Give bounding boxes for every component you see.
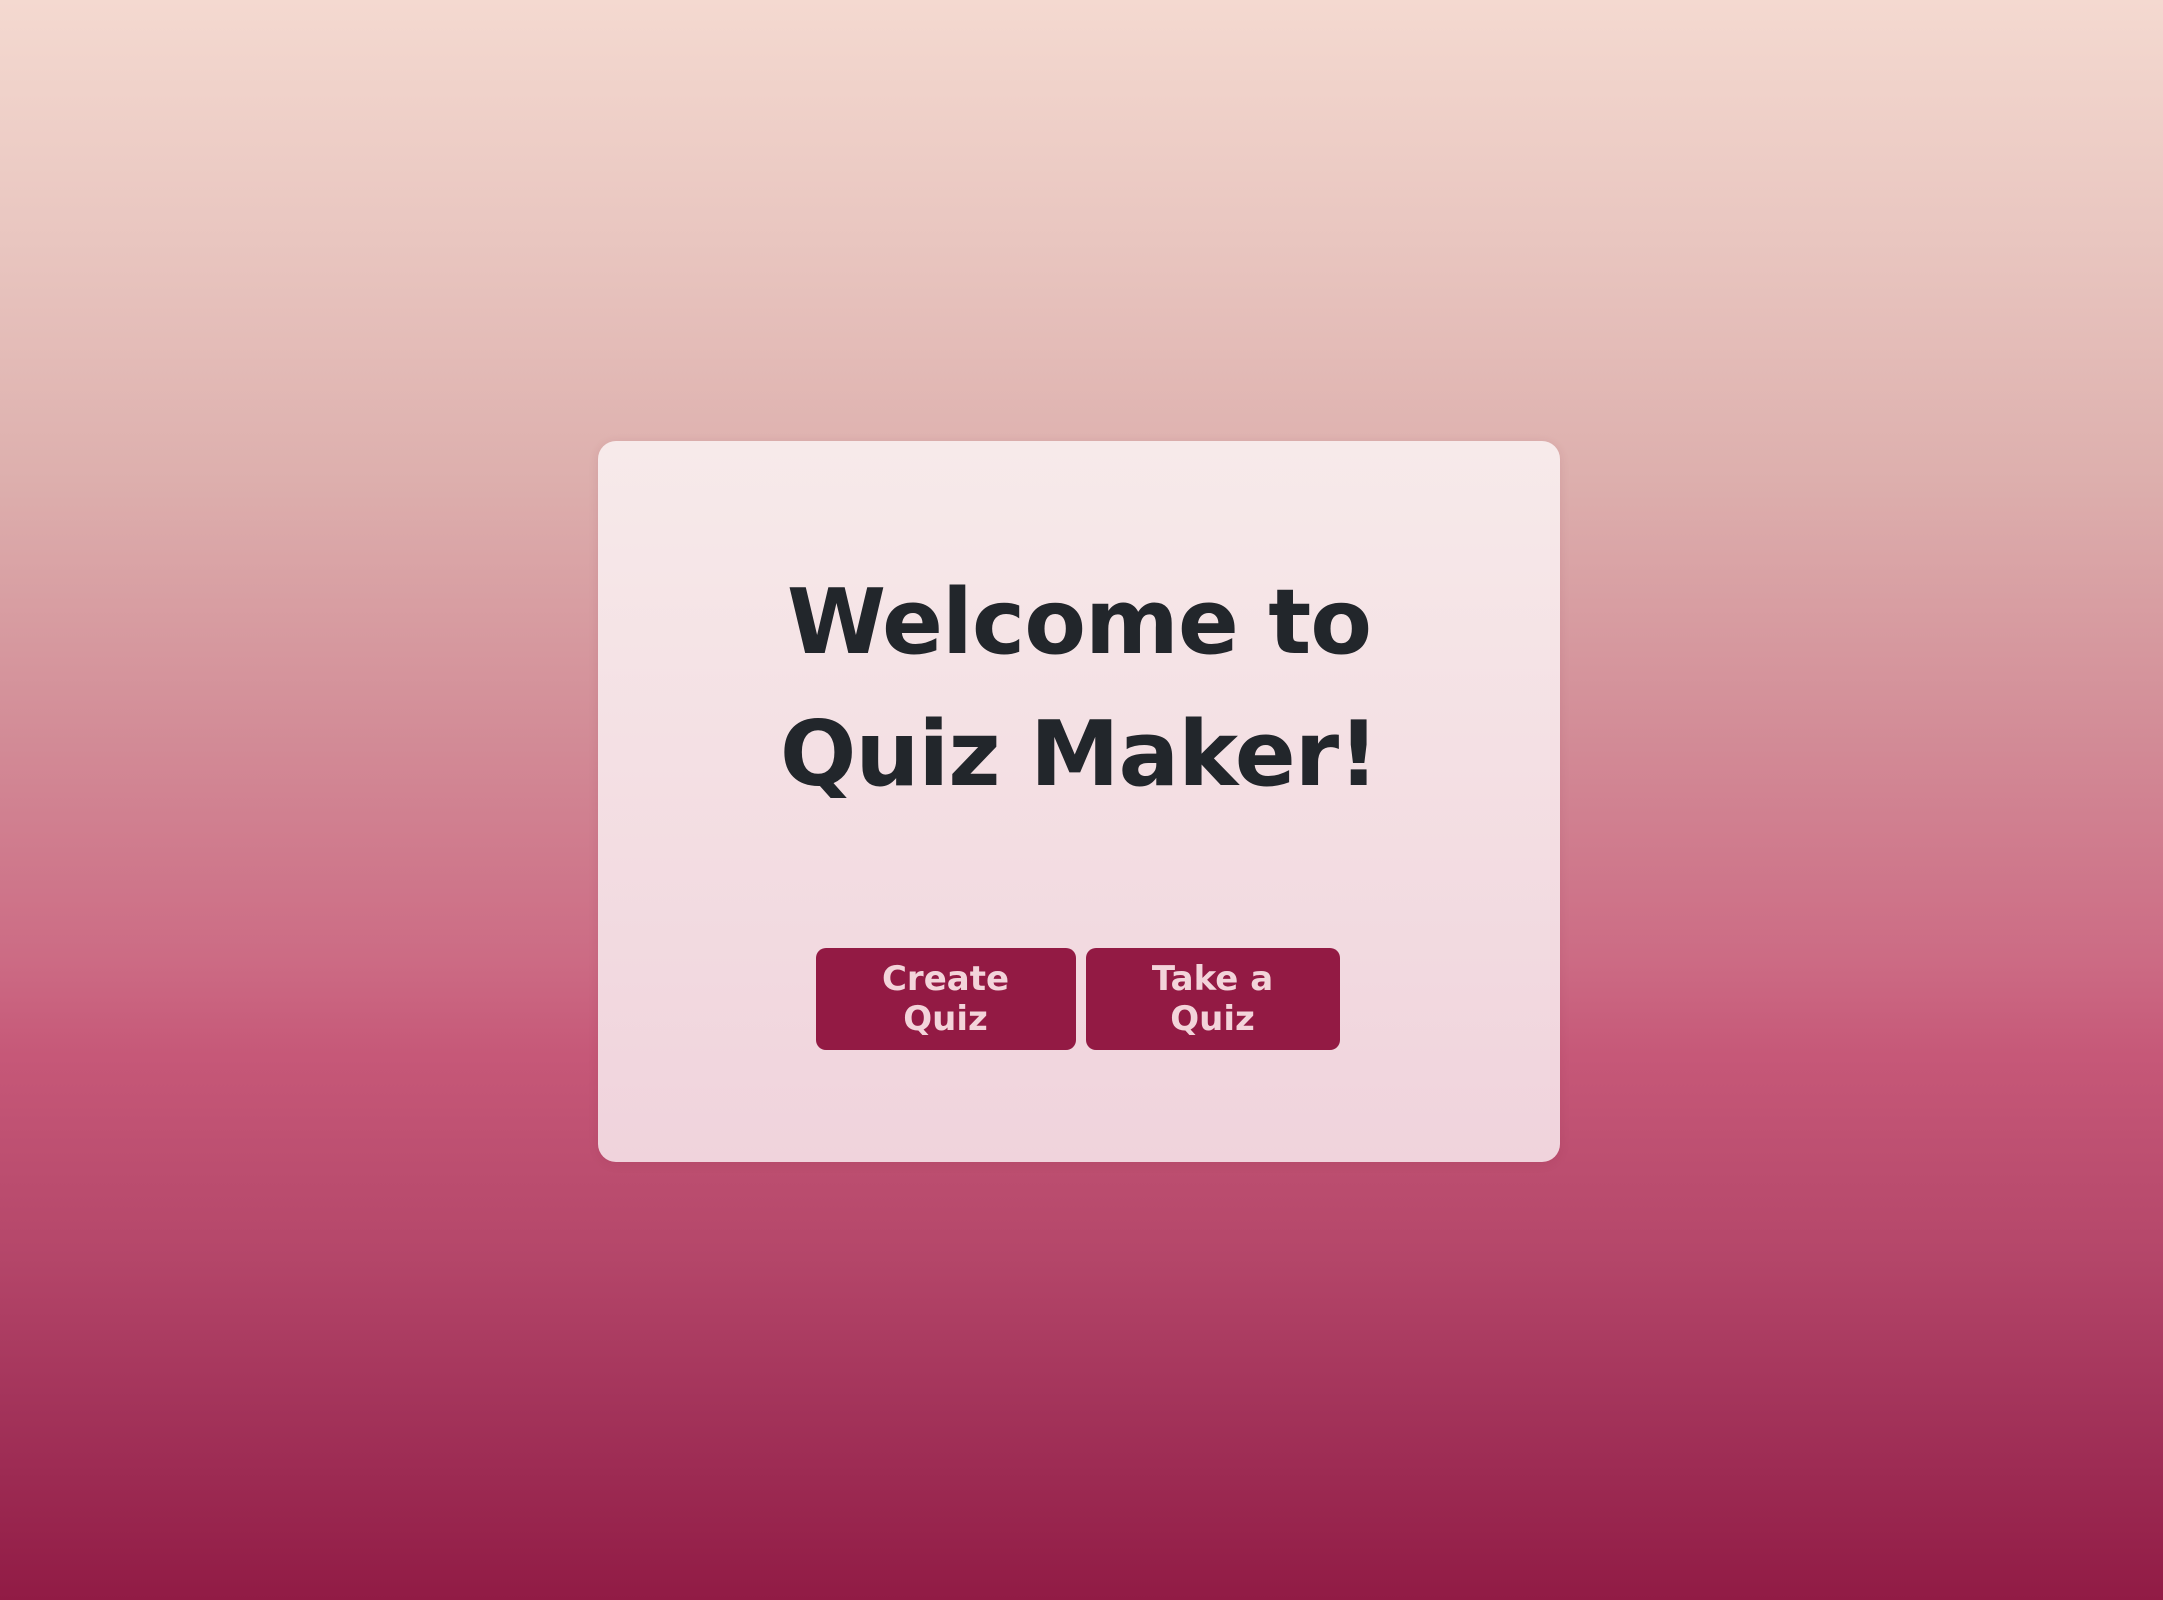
welcome-card: Welcome to Quiz Maker! Create Quiz Take … (598, 441, 1560, 1162)
action-buttons: Create Quiz Take a Quiz (598, 948, 1560, 1050)
take-quiz-button[interactable]: Take a Quiz (1085, 948, 1340, 1050)
create-quiz-button[interactable]: Create Quiz (815, 948, 1076, 1050)
page-title: Welcome to Quiz Maker! (779, 570, 1379, 807)
